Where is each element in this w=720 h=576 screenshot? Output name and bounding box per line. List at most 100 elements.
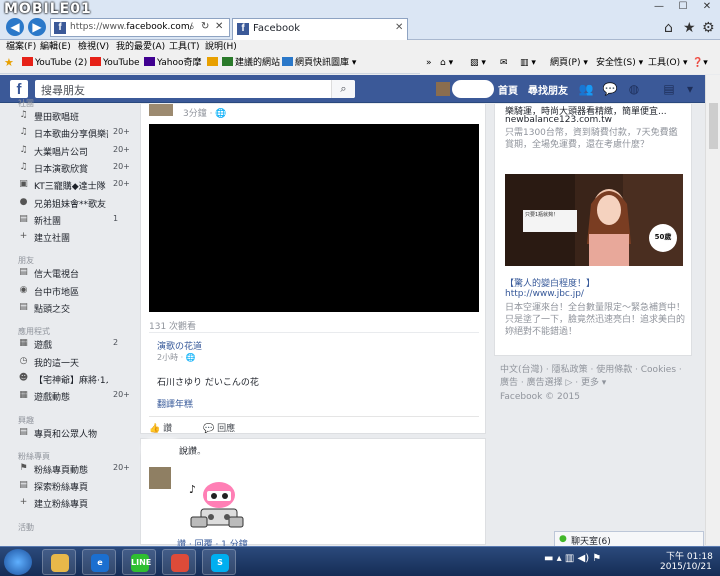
address-bar[interactable]: f https://www.facebook.com/ ⌕ ↻ ✕ <box>50 18 230 37</box>
chevron-icon[interactable]: » <box>426 57 432 69</box>
privacy-shortcuts-icon[interactable]: ▤ <box>660 81 678 97</box>
show-hidden-icons-chevron-up-icon[interactable]: ▴ <box>557 553 562 564</box>
page-menu[interactable]: 網頁(P) ▾ <box>550 57 588 69</box>
home-icon[interactable]: ⌂ ▾ <box>440 57 453 69</box>
video-player[interactable] <box>149 124 479 312</box>
sidebar-item[interactable]: ▤ 新社團 1 <box>18 212 128 229</box>
sidebar-item[interactable]: ♫ 豐田歌唱班 <box>18 108 128 125</box>
shared-timestamp[interactable]: 2小時 · 🌐 <box>157 352 196 363</box>
sidebar-item[interactable]: ♫ 日本演歌欣賞 20+ <box>18 160 129 177</box>
sidebar-item[interactable]: ♫ 日本歌曲分享俱樂部 20+ <box>18 125 129 142</box>
avatar[interactable] <box>149 104 173 116</box>
page-scrollbar[interactable] <box>705 75 720 545</box>
volume-icon[interactable]: ◀) <box>578 553 590 564</box>
favorite-yahoo[interactable]: Yahoo奇摩 <box>144 57 202 69</box>
sidebar-section-heading[interactable]: 活動 <box>18 522 34 533</box>
taskbar-chrome[interactable] <box>162 549 196 575</box>
messages-icon[interactable]: 💬 <box>602 81 618 97</box>
network-icon[interactable]: ▥ <box>565 553 574 564</box>
home-icon[interactable]: ⌂ <box>664 20 673 36</box>
taskbar-internet-explorer[interactable]: e <box>82 549 116 575</box>
sidebar-item[interactable]: ▦ 遊戲動態 20+ <box>18 388 130 405</box>
clock-time[interactable]: 下午 01:18 <box>666 549 713 562</box>
minimize-button[interactable]: — <box>648 1 670 15</box>
keyboard-icon[interactable]: ▬ <box>544 553 553 564</box>
print-icon[interactable]: ▥ ▾ <box>520 57 536 69</box>
ad-title[interactable]: 【驚人的變白程度！】 <box>505 276 595 289</box>
mail-icon[interactable]: ✉ <box>500 57 508 69</box>
safety-menu[interactable]: 安全性(S) ▾ <box>596 57 643 69</box>
favorites-star-icon[interactable]: ★ <box>683 20 696 36</box>
flag-icon[interactable]: ⚑ <box>592 553 601 564</box>
favorite-web-slice-gallery[interactable]: 網頁快訊圖庫 ▾ <box>282 57 356 69</box>
sidebar-item[interactable]: ▤ 專頁和公眾人物 <box>18 425 128 442</box>
tab-facebook[interactable]: f Facebook ✕ <box>232 18 408 40</box>
ad-image[interactable]: 只要1瓶就夠！ 50歲 <box>505 174 683 266</box>
taskbar-skype[interactable]: S <box>202 549 236 575</box>
taskbar-file-explorer[interactable] <box>42 549 76 575</box>
footer-links[interactable]: 中文(台灣) · 隱私政策 · 使用條款 · Cookies · 廣告 · 廣告… <box>500 364 690 390</box>
sidebar-item[interactable]: ◉ 台中市地區 <box>18 283 128 300</box>
sidebar-item[interactable]: ▦ 遊戲 2 <box>18 336 128 353</box>
sidebar-item[interactable]: ♫ 大業唱片公司 20+ <box>18 143 129 160</box>
shared-page-name[interactable]: 演歌の花道 <box>157 339 202 352</box>
help-icon[interactable]: ❓▾ <box>692 57 708 69</box>
taskbar-line[interactable]: LINE <box>122 549 156 575</box>
nav-find-friends[interactable]: 尋找朋友 <box>528 82 568 97</box>
close-tab-icon[interactable]: ✕ <box>395 22 403 33</box>
maximize-button[interactable]: ☐ <box>672 1 694 15</box>
comment-button[interactable]: 💬 回應 <box>203 421 235 434</box>
clock-date[interactable]: 2015/10/21 <box>660 562 712 572</box>
menu-file[interactable]: 檔案(F) <box>6 40 36 54</box>
avatar[interactable] <box>436 82 450 96</box>
gear-icon[interactable]: ⚙ <box>702 20 715 36</box>
forward-button[interactable]: ▶ <box>28 18 46 36</box>
menu-help[interactable]: 說明(H) <box>205 40 237 54</box>
search-input[interactable]: 搜尋朋友 ⌕ <box>35 80 355 98</box>
sidebar-item[interactable]: ☻ 【宅神爺】麻將·1人機 <box>18 371 128 388</box>
address-url[interactable]: https://www.facebook.com/ <box>70 22 193 32</box>
search-icon[interactable]: ⌕ <box>331 80 355 98</box>
favorite-youtube[interactable]: YouTube <box>90 57 140 69</box>
ad-url[interactable]: http://www.jbc.jp/ <box>505 289 584 299</box>
sidebar-item[interactable]: ◷ 我的這一天 <box>18 354 128 371</box>
sidebar-item[interactable]: ▤ 點頭之交 <box>18 300 128 317</box>
translate-link[interactable]: 翻譯年糕 <box>157 397 193 410</box>
avatar[interactable] <box>149 467 171 489</box>
close-window-button[interactable]: ✕ <box>696 1 718 15</box>
menu-tools[interactable]: 工具(T) <box>169 40 200 54</box>
post-timestamp[interactable]: 3分鐘 · 🌐 <box>183 106 227 119</box>
search-icon[interactable]: ⌕ <box>189 22 195 33</box>
sidebar-item[interactable]: ▤ 信大電視台 <box>18 265 128 282</box>
favorite-kimo[interactable] <box>207 57 220 69</box>
back-button[interactable]: ◀ <box>6 18 24 36</box>
sidebar-item[interactable]: + 建立粉絲專頁 <box>18 495 128 512</box>
scrollbar-thumb[interactable] <box>709 103 718 149</box>
menu-edit[interactable]: 編輯(E) <box>40 40 71 54</box>
like-button[interactable]: 👍 讚 <box>149 421 172 434</box>
notifications-globe-icon[interactable]: ◍ <box>626 81 642 97</box>
favorites-star-icon[interactable]: ★ <box>4 57 14 69</box>
system-tray[interactable]: ▬ ▴ ▥ ◀) ⚑ <box>544 553 601 564</box>
start-button[interactable] <box>4 549 32 575</box>
account-menu-chevron-down-icon[interactable]: ▾ <box>682 81 698 97</box>
sidebar-item[interactable]: ⚑ 粉絲專頁動態 20+ <box>18 461 129 478</box>
nav-home[interactable]: 首頁 <box>498 82 518 97</box>
sidebar-item[interactable]: ● 兄弟姐妹會**歌友 <box>18 195 128 212</box>
friend-requests-icon[interactable]: 👥 <box>578 81 594 97</box>
rss-feed-icon[interactable]: ▧ ▾ <box>470 57 486 69</box>
chat-bar[interactable]: ● 聊天室(6) <box>554 531 704 547</box>
sidebar-item[interactable]: + 建立社團 <box>18 229 128 246</box>
favorite-youtube-2[interactable]: YouTube (2) <box>22 57 87 69</box>
ad-url[interactable]: newbalance123.com.tw <box>505 115 612 125</box>
tools-menu[interactable]: 工具(O) ▾ <box>648 57 688 69</box>
favorite-suggested-sites[interactable]: 建議的網站 ▾ <box>222 57 287 69</box>
menu-favorites[interactable]: 我的最愛(A) <box>116 40 165 54</box>
sidebar-item[interactable]: ▣ KT三寵購◆達士隊 20+ <box>18 177 130 194</box>
sidebar-item[interactable]: ▤ 探索粉絲專頁 <box>18 478 128 495</box>
facebook-logo-icon[interactable]: f <box>10 80 28 98</box>
stop-icon[interactable]: ✕ <box>215 21 223 32</box>
menu-view[interactable]: 檢視(V) <box>78 40 109 54</box>
refresh-icon[interactable]: ↻ <box>201 21 209 32</box>
profile-name-redacted[interactable] <box>452 80 494 98</box>
